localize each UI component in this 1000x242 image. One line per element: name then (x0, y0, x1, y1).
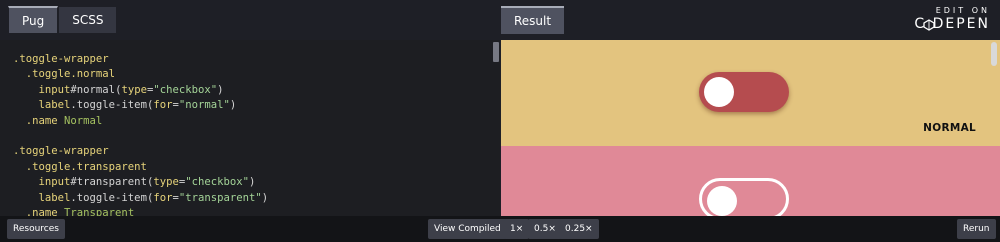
bottom-bar: Resources View Compiled 1× 0.5× 0.25× Re… (0, 216, 1000, 242)
tab-pug[interactable]: Pug (8, 6, 59, 34)
code-token: ) (261, 191, 269, 204)
code-token: ) (249, 176, 256, 189)
code-token: type (121, 83, 147, 96)
result-scrollbar[interactable] (991, 42, 997, 66)
code-token: input (13, 176, 71, 189)
view-compiled-button[interactable]: View Compiled (428, 219, 507, 239)
edit-on-codepen-link[interactable]: EDIT ON C DEPEN (908, 6, 990, 34)
code-token: type (153, 176, 179, 189)
code-line: label.toggle-item(for="transparent") (13, 191, 269, 206)
code-token: .toggle-wrapper (13, 53, 109, 65)
code-token: .toggle-item (70, 191, 147, 204)
zoom-0-25x-button[interactable]: 0.25× (559, 219, 599, 239)
code-token: .name (13, 114, 58, 127)
code-token: Transparent (57, 206, 135, 216)
code-line: .toggle-wrapper (13, 144, 268, 159)
transparent-toggle-switch[interactable] (699, 178, 789, 216)
editor-scrollbar[interactable] (493, 42, 499, 62)
code-token: .toggle.transparent (13, 160, 147, 173)
tab-result[interactable]: Result (501, 6, 565, 34)
toggle-knob (704, 77, 734, 107)
code-line: input#normal(type="checkbox") (13, 83, 268, 98)
code-token: #transparent (70, 176, 147, 189)
pug-editor[interactable]: .toggle-wrapper .toggle.normal input#nor… (0, 40, 500, 216)
code-line: input#transparent(type="checkbox") (13, 175, 268, 190)
code-token: label (13, 99, 71, 112)
code-line: .name Transparent (13, 206, 268, 216)
code-token: input (13, 83, 71, 96)
code-token: Normal (57, 114, 103, 127)
code-token: "normal" (178, 99, 230, 112)
code-block: .toggle-wrapper .toggle.normal input#nor… (13, 52, 268, 216)
normal-label: NORMAL (923, 122, 976, 134)
code-token: for (153, 191, 173, 204)
edit-on-label: EDIT ON (935, 6, 990, 15)
code-token: for (153, 99, 173, 112)
code-token: .toggle-item (70, 99, 147, 112)
zoom-0-5x-button[interactable]: 0.5× (528, 219, 562, 239)
code-line: .toggle.normal (13, 67, 268, 82)
rerun-button[interactable]: Rerun (957, 219, 996, 239)
code-token: .name (13, 206, 58, 216)
resources-button[interactable]: Resources (7, 219, 65, 239)
code-line: .toggle-wrapper (13, 52, 268, 67)
code-token: ) (229, 99, 237, 112)
code-token: "transparent" (178, 191, 262, 204)
toggle-knob (707, 186, 737, 216)
code-line: .name Normal (13, 114, 268, 129)
transparent-toggle-section (501, 146, 1000, 216)
codepen-cube-icon (923, 19, 935, 31)
code-token: .toggle.normal (13, 68, 116, 81)
code-token: #normal (70, 83, 116, 96)
editor-tabs: Pug SCSS (8, 6, 118, 34)
zoom-1x-button[interactable]: 1× (504, 219, 530, 239)
normal-toggle-switch[interactable] (699, 72, 789, 112)
code-token: "checkbox" (185, 176, 250, 189)
result-preview: NORMAL (501, 40, 1000, 216)
code-token: ) (217, 83, 224, 96)
tab-scss[interactable]: SCSS (58, 6, 118, 34)
code-token: "checkbox" (153, 83, 218, 96)
code-token: label (13, 191, 71, 204)
code-line: .toggle.transparent (13, 160, 268, 175)
code-token: .toggle-wrapper (13, 145, 109, 158)
top-bar: Pug SCSS Result EDIT ON C DEPEN (0, 0, 1000, 40)
code-line: label.toggle-item(for="normal") (13, 98, 268, 113)
codepen-embed: Pug SCSS Result EDIT ON C DEPEN .toggle-… (0, 0, 1000, 242)
normal-toggle-section: NORMAL (501, 40, 1000, 146)
